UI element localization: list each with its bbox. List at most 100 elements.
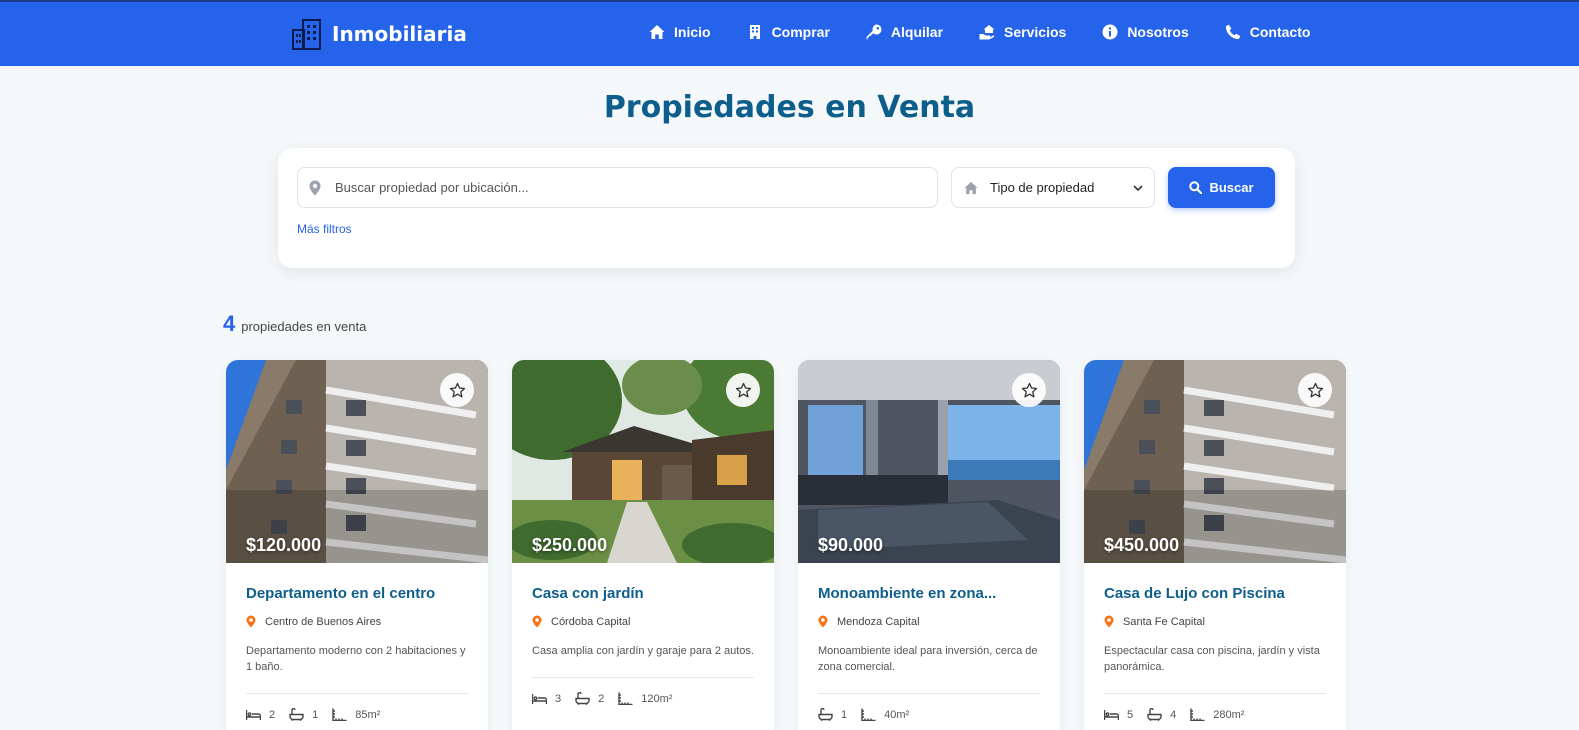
card-divider (246, 693, 468, 694)
brand-name: Inmobiliaria (332, 22, 467, 46)
ruler-icon (861, 708, 876, 721)
map-pin-icon (818, 615, 828, 628)
feature-baths: 2 (575, 692, 604, 705)
property-location: Córdoba Capital (532, 615, 631, 628)
property-card[interactable]: $250.000 Casa con jardín Córdoba Capital… (512, 360, 774, 730)
search-icon (1189, 181, 1203, 194)
home-icon (649, 25, 665, 39)
main-nav: Inicio Comprar Alquilar Servicios Nosotr… (649, 24, 1310, 40)
property-location-text: Centro de Buenos Aires (265, 615, 382, 628)
property-title[interactable]: Departamento en el centro (246, 585, 476, 602)
area-value: 280m² (1213, 708, 1245, 721)
property-image: $250.000 (512, 360, 774, 563)
key-icon (866, 24, 882, 40)
results-count-number: 4 (223, 311, 236, 336)
building-icon (749, 25, 760, 39)
page-title: Propiedades en Venta (603, 90, 976, 125)
property-price: $120.000 (246, 535, 322, 555)
feature-beds: 2 (246, 708, 275, 721)
feature-baths: 4 (1147, 708, 1176, 721)
baths-count: 4 (1170, 708, 1177, 721)
nav-label: Alquilar (890, 24, 944, 40)
nav-label: Nosotros (1127, 24, 1189, 40)
nav-label: Contacto (1249, 24, 1311, 40)
feature-area: 85m² (332, 708, 380, 721)
property-description: Espectacular casa con piscina, jardín y … (1104, 645, 1320, 673)
property-card[interactable]: $120.000 Departamento en el centro Centr… (226, 360, 488, 730)
nav-item-alquilar[interactable]: Alquilar (866, 24, 943, 40)
top-navbar: Inmobiliaria Inicio Comprar Alquilar Ser… (0, 0, 1579, 66)
results-count: 4 propiedades en venta (223, 311, 366, 337)
brand-logo[interactable]: Inmobiliaria (290, 17, 467, 51)
nav-item-nosotros[interactable]: Nosotros (1102, 24, 1189, 40)
map-pin-icon (246, 615, 256, 628)
location-search-input[interactable] (335, 168, 925, 207)
nav-item-comprar[interactable]: Comprar (747, 24, 830, 40)
property-price: $90.000 (818, 535, 884, 555)
map-pin-icon (1104, 615, 1114, 628)
star-icon (1021, 382, 1037, 397)
building-icon (292, 19, 321, 50)
map-pin-icon (532, 615, 542, 628)
property-location-text: Santa Fe Capital (1123, 615, 1205, 628)
favorite-button[interactable] (1012, 373, 1046, 407)
property-title[interactable]: Casa de Lujo con Piscina (1104, 585, 1334, 602)
property-location: Santa Fe Capital (1104, 615, 1205, 628)
star-icon (449, 382, 465, 397)
bed-icon (532, 694, 547, 704)
property-type-select[interactable]: Tipo de propiedad (951, 167, 1155, 208)
ruler-icon (618, 692, 633, 705)
nav-item-contacto[interactable]: Contacto (1225, 24, 1311, 40)
property-features: 5 4 280m² (1104, 708, 1258, 721)
property-title[interactable]: Monoambiente en zona... (818, 585, 1048, 602)
search-panel: Tipo de propiedad Buscar Más filtros (278, 148, 1295, 268)
favorite-button[interactable] (440, 373, 474, 407)
feature-beds: 5 (1104, 708, 1133, 721)
property-card[interactable]: $450.000 Casa de Lujo con Piscina Santa … (1084, 360, 1346, 730)
phone-icon (1225, 24, 1240, 40)
property-description: Monoambiente ideal para inversión, cerca… (818, 645, 1038, 673)
feature-area: 40m² (861, 708, 909, 721)
area-value: 120m² (641, 692, 673, 705)
property-features: 1 40m² (818, 708, 923, 721)
nav-item-servicios[interactable]: Servicios (979, 24, 1066, 40)
favorite-button[interactable] (726, 373, 760, 407)
baths-count: 1 (841, 708, 848, 721)
area-value: 85m² (355, 708, 381, 721)
bed-icon (246, 710, 261, 720)
home-icon (964, 181, 978, 194)
beds-count: 2 (269, 708, 276, 721)
chevron-down-icon (1133, 185, 1143, 192)
card-divider (532, 677, 754, 678)
property-location: Centro de Buenos Aires (246, 615, 381, 628)
feature-baths: 1 (818, 708, 847, 721)
feature-area: 280m² (1190, 708, 1244, 721)
nav-item-inicio[interactable]: Inicio (649, 24, 711, 40)
results-count-label: propiedades en venta (241, 319, 367, 334)
area-value: 40m² (884, 708, 910, 721)
search-button[interactable]: Buscar (1168, 167, 1275, 208)
property-card[interactable]: $90.000 Monoambiente en zona... Mendoza … (798, 360, 1060, 730)
card-divider (1104, 693, 1326, 694)
property-location-text: Mendoza Capital (837, 615, 920, 628)
property-location-text: Córdoba Capital (551, 615, 631, 628)
property-title[interactable]: Casa con jardín (532, 585, 762, 602)
more-filters-link[interactable]: Más filtros (297, 222, 352, 236)
property-features: 2 1 85m² (246, 708, 394, 721)
property-features: 3 2 120m² (532, 692, 686, 705)
favorite-button[interactable] (1298, 373, 1332, 407)
property-location: Mendoza Capital (818, 615, 920, 628)
property-image: $450.000 (1084, 360, 1346, 563)
bed-icon (1104, 710, 1119, 720)
property-type-label: Tipo de propiedad (990, 180, 1095, 195)
map-pin-icon (309, 180, 321, 196)
bath-icon (1147, 708, 1162, 721)
ruler-icon (1190, 708, 1205, 721)
star-icon (735, 382, 751, 397)
property-price: $450.000 (1104, 535, 1180, 555)
property-description: Departamento moderno con 2 habitaciones … (246, 645, 466, 673)
property-description: Casa amplia con jardín y garaje para 2 a… (532, 645, 754, 657)
location-search-field[interactable] (297, 167, 938, 208)
baths-count: 2 (598, 692, 605, 705)
property-image: $90.000 (798, 360, 1060, 563)
